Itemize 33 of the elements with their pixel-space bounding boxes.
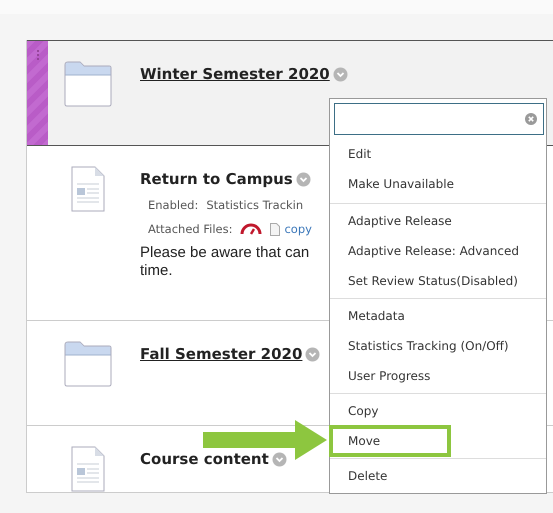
chevron-down-icon[interactable] <box>332 66 348 82</box>
folder-icon <box>64 61 112 107</box>
menu-item[interactable]: Delete <box>330 461 546 491</box>
clear-icon[interactable] <box>525 113 537 125</box>
menu-item[interactable]: Make Unavailable <box>330 169 546 199</box>
menu-item[interactable]: Move <box>330 426 450 456</box>
folder-icon <box>64 341 112 387</box>
detail-label: Enabled: <box>148 198 198 212</box>
menu-item[interactable]: Set Review Status(Disabled) <box>330 266 546 296</box>
item-title: Return to Campus <box>140 170 293 188</box>
detail-value: Statistics Trackin <box>206 198 304 212</box>
menu-item[interactable]: Metadata <box>330 301 546 331</box>
body-text: Please be aware that can <box>140 244 310 262</box>
drag-handle-icon[interactable] <box>36 49 40 61</box>
chevron-down-icon[interactable] <box>272 452 287 466</box>
item-title[interactable]: Fall Semester 2020 <box>140 345 302 363</box>
item-title[interactable]: Winter Semester 2020 <box>140 65 330 83</box>
document-icon <box>70 166 104 212</box>
file-link[interactable]: copy <box>284 222 312 236</box>
detail-label: Attached Files: <box>148 222 232 236</box>
menu-item[interactable]: Adaptive Release: Advanced <box>330 236 546 266</box>
search-field[interactable] <box>334 103 544 135</box>
chevron-down-icon[interactable] <box>296 172 311 186</box>
menu-item[interactable]: Edit <box>330 139 546 169</box>
menu-item[interactable]: Statistics Tracking (On/Off) <box>330 331 546 361</box>
chevron-down-icon[interactable] <box>305 346 320 362</box>
menu-item[interactable]: Adaptive Release <box>330 206 546 236</box>
menu-item[interactable]: Copy <box>330 396 546 426</box>
file-icon <box>270 222 280 236</box>
body-text: time. <box>140 262 173 280</box>
gauge-icon <box>240 223 262 235</box>
item-title: Course content <box>140 450 269 468</box>
menu-item[interactable]: User Progress <box>330 361 546 391</box>
